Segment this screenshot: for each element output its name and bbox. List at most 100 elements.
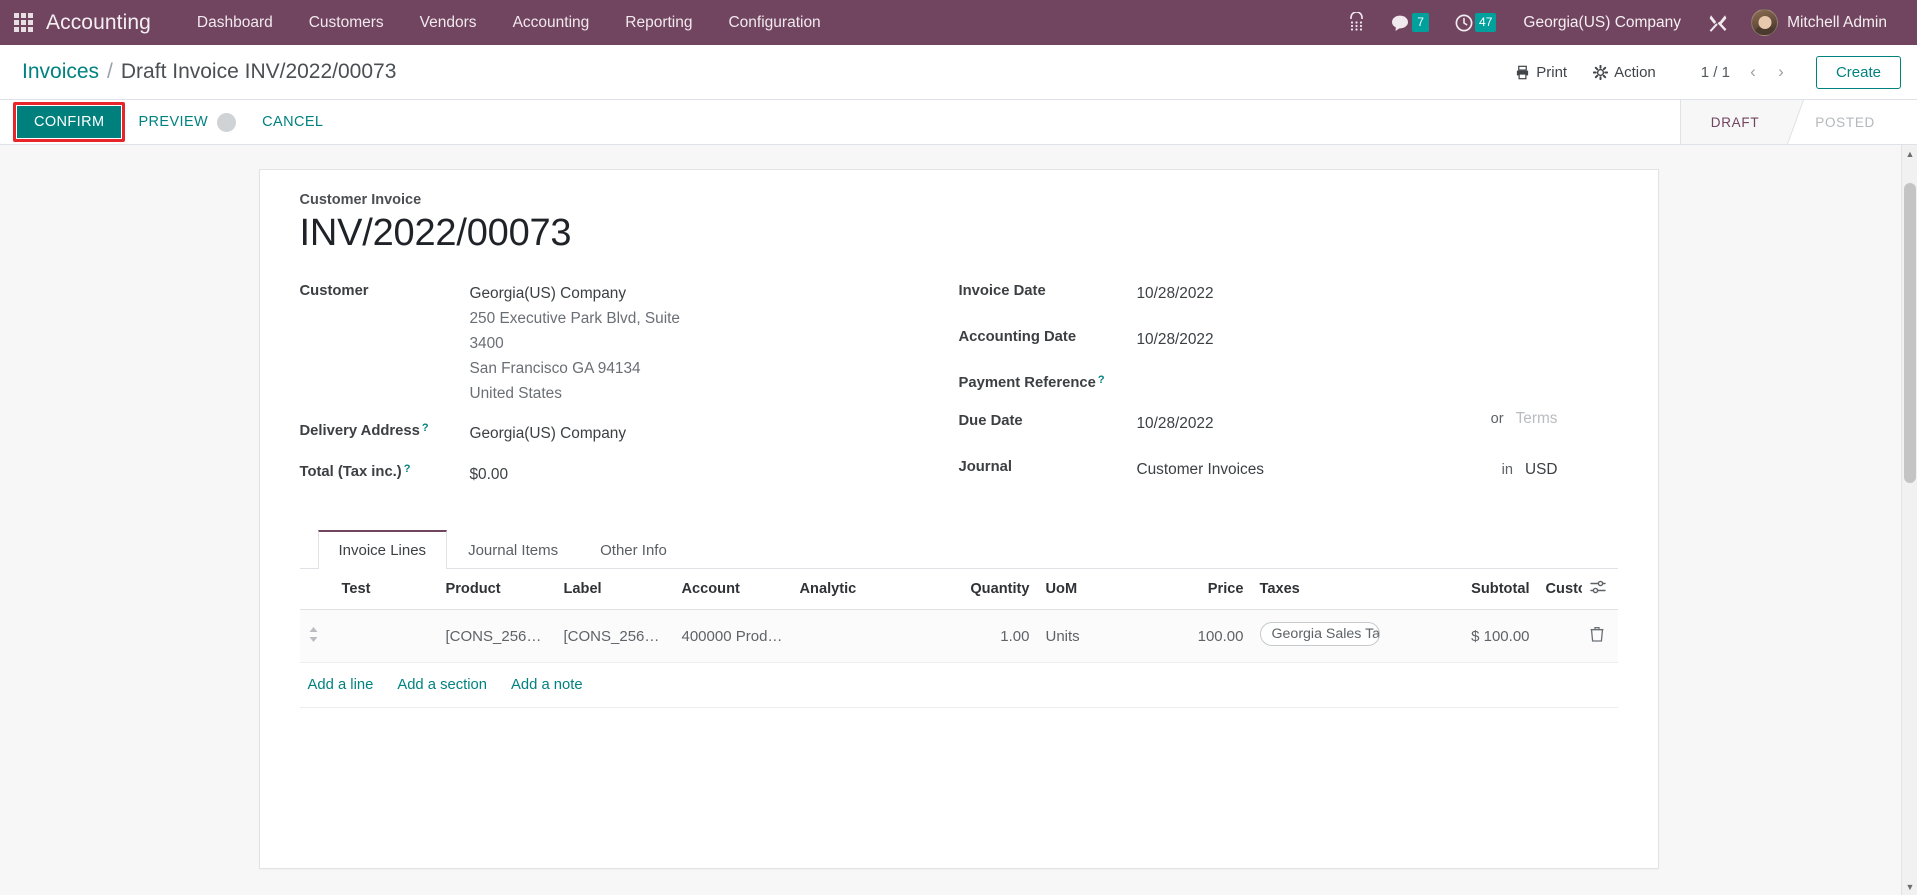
menu-item-reporting[interactable]: Reporting (607, 2, 710, 44)
cell-quantity[interactable]: 1.00 (943, 609, 1038, 664)
statusbar-row: CONFIRM PREVIEW CANCEL DRAFT POSTED (0, 100, 1917, 145)
th-column-options[interactable] (1581, 569, 1618, 611)
th-test[interactable]: Test (333, 569, 438, 611)
scroll-up-arrow[interactable]: ▲ (1902, 145, 1917, 162)
add-a-section-button[interactable]: Add a section (397, 677, 487, 693)
th-handle (299, 569, 334, 611)
column-options-icon[interactable] (1589, 581, 1606, 598)
vertical-scrollbar[interactable]: ▲ ▼ (1901, 145, 1917, 895)
activities-button[interactable]: 47 (1442, 7, 1509, 38)
status-stage-posted[interactable]: POSTED (1785, 100, 1901, 144)
cell-account[interactable]: 400000 Produ... (673, 609, 792, 664)
customer-address-line-1: 250 Executive Park Blvd, Suite (469, 309, 680, 327)
pager-next-button[interactable]: › (1768, 58, 1794, 86)
cell-product[interactable]: [CONS_25630... (437, 609, 556, 664)
messages-button[interactable]: 7 (1378, 7, 1442, 38)
scroll-down-arrow[interactable]: ▼ (1902, 878, 1917, 895)
add-a-line-button[interactable]: Add a line (308, 677, 374, 693)
row-drag-handle[interactable] (299, 609, 334, 664)
user-menu[interactable]: Mitchell Admin (1741, 4, 1893, 41)
breadcrumb-current: Draft Invoice INV/2022/00073 (120, 60, 397, 83)
create-button[interactable]: Create (1815, 55, 1901, 89)
preview-button[interactable]: PREVIEW (125, 104, 249, 141)
payment-terms-input[interactable]: Terms (1516, 410, 1558, 428)
help-question-icon[interactable]: ? (404, 464, 411, 475)
print-button[interactable]: Print (1502, 57, 1580, 88)
menu-item-dashboard[interactable]: Dashboard (179, 2, 291, 44)
th-account[interactable]: Account (673, 569, 792, 611)
cell-delete[interactable] (1581, 609, 1618, 664)
th-uom[interactable]: UoM (1037, 569, 1102, 611)
cancel-button[interactable]: CANCEL (249, 105, 336, 139)
tab-other-info[interactable]: Other Info (579, 530, 688, 569)
accounting-date-label: Accounting Date (958, 328, 1077, 345)
cell-taxes[interactable]: Georgia Sales Ta (1251, 609, 1438, 664)
trash-icon[interactable] (1590, 627, 1604, 646)
cell-customs[interactable] (1537, 609, 1582, 664)
apps-grid-icon (13, 13, 33, 32)
cell-label[interactable]: [CONS_25630... (555, 609, 674, 664)
th-analytic[interactable]: Analytic (791, 569, 944, 611)
help-question-icon[interactable]: ? (422, 423, 429, 434)
status-stage-draft[interactable]: DRAFT (1680, 100, 1786, 144)
developer-tools-button[interactable] (1695, 7, 1741, 39)
help-question-icon[interactable]: ? (1098, 374, 1105, 386)
status-stages: DRAFT POSTED (1679, 100, 1901, 144)
th-quantity[interactable]: Quantity (943, 569, 1038, 611)
action-button[interactable]: Action (1580, 57, 1669, 88)
tab-journal-items[interactable]: Journal Items (447, 530, 579, 569)
journal-value[interactable]: Customer Invoices (1137, 456, 1264, 483)
customer-name[interactable]: Georgia(US) Company (470, 280, 680, 307)
invoice-date-value[interactable]: 10/28/2022 (1137, 280, 1214, 307)
tax-badge[interactable]: Georgia Sales Ta (1259, 622, 1380, 647)
menu-item-accounting[interactable]: Accounting (495, 2, 608, 44)
sliders-icon (1589, 581, 1606, 594)
due-date-value[interactable]: 10/28/2022 (1137, 410, 1214, 437)
pager-previous-button[interactable]: ‹ (1740, 58, 1766, 86)
th-label[interactable]: Label (555, 569, 674, 611)
cell-uom[interactable]: Units (1037, 609, 1102, 664)
cell-price[interactable]: 100.00 (1101, 609, 1252, 664)
invoice-sheet: Customer Invoice INV/2022/00073 Customer… (258, 169, 1659, 869)
th-taxes[interactable]: Taxes (1251, 569, 1438, 611)
cell-analytic[interactable] (791, 609, 944, 664)
th-price[interactable]: Price (1101, 569, 1252, 611)
content-area: Customer Invoice INV/2022/00073 Customer… (0, 145, 1917, 895)
loading-spinner-icon (217, 112, 237, 132)
menu-item-customers[interactable]: Customers (291, 2, 402, 44)
document-type-label: Customer Invoice (299, 192, 422, 208)
invoice-lines-table: Test Product Label Account Analytic Quan… (299, 569, 1618, 664)
dialpad-icon (1350, 12, 1363, 31)
field-total-tax-inc: Total (Tax inc.) ? $0.00 (300, 461, 919, 488)
journal-row: Customer Invoices in USD (1137, 456, 1618, 483)
trash-can-icon (1590, 627, 1603, 643)
th-subtotal[interactable]: Subtotal (1437, 569, 1538, 611)
th-customs[interactable]: Customs ... (1537, 569, 1582, 611)
apps-menu-button[interactable] (0, 0, 46, 45)
company-switcher[interactable]: Georgia(US) Company (1509, 4, 1695, 42)
accounting-date-value[interactable]: 10/28/2022 (1137, 326, 1214, 353)
customer-label: Customer (299, 282, 369, 299)
menu-item-vendors[interactable]: Vendors (402, 2, 495, 44)
chat-bubble-icon (1392, 15, 1409, 31)
confirm-button[interactable]: CONFIRM (17, 106, 122, 138)
drag-handle-icon[interactable] (308, 626, 319, 645)
pager: 1 / 1 ‹ › (1693, 58, 1794, 86)
dialpad-button[interactable] (1335, 6, 1378, 39)
currency-value[interactable]: USD (1525, 456, 1558, 483)
print-label: Print (1536, 63, 1568, 81)
breadcrumb-invoices-link[interactable]: Invoices (22, 60, 99, 84)
currency-group: in USD (1502, 456, 1618, 483)
cell-test[interactable] (333, 609, 438, 664)
add-a-note-button[interactable]: Add a note (511, 677, 583, 693)
delivery-address-value[interactable]: Georgia(US) Company (470, 420, 627, 447)
tab-invoice-lines[interactable]: Invoice Lines (317, 530, 448, 570)
menu-item-configuration[interactable]: Configuration (710, 2, 838, 44)
th-product[interactable]: Product (437, 569, 556, 611)
user-name: Mitchell Admin (1787, 13, 1887, 31)
scrollbar-thumb[interactable] (1904, 183, 1916, 483)
add-line-links: Add a line Add a section Add a note (299, 663, 1618, 709)
messages-badge: 7 (1412, 13, 1430, 32)
app-brand[interactable]: Accounting (46, 11, 179, 35)
table-row[interactable]: [CONS_25630... [CONS_25630... 400000 Pro… (299, 609, 1618, 664)
